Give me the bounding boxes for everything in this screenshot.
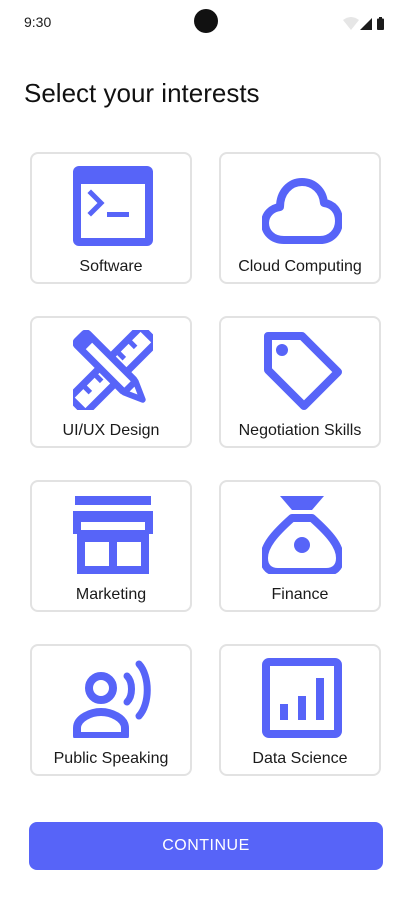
status-icons	[342, 15, 390, 33]
interest-card-marketing[interactable]: Marketing	[30, 480, 192, 612]
interest-card-cloud-computing[interactable]: Cloud Computing	[219, 152, 381, 284]
interest-card-software[interactable]: Software	[30, 152, 192, 284]
storefront-icon	[73, 494, 153, 574]
speaker-icon	[73, 658, 153, 738]
money-bag-icon	[262, 494, 342, 574]
tag-icon	[262, 330, 342, 410]
interest-label: Marketing	[75, 586, 147, 603]
page-title: Select your interests	[24, 78, 260, 108]
interest-card-ui-ux-design[interactable]: UI/UX Design	[30, 316, 192, 448]
design-tools-icon	[73, 330, 153, 410]
terminal-icon	[73, 166, 153, 246]
camera-cutout	[194, 9, 218, 33]
analytics-icon	[262, 658, 342, 738]
cloud-icon	[262, 166, 342, 246]
interest-card-finance[interactable]: Finance	[219, 480, 381, 612]
interest-label: Cloud Computing	[238, 258, 362, 275]
select-interests-screen: 9:30 Select your interests Software Clou…	[0, 0, 412, 917]
status-time: 9:30	[24, 14, 52, 30]
interest-label: Negotiation Skills	[238, 422, 362, 439]
interest-label: Public Speaking	[53, 750, 169, 767]
interest-label: UI/UX Design	[62, 422, 160, 439]
interest-label: Data Science	[252, 750, 348, 767]
interest-card-negotiation-skills[interactable]: Negotiation Skills	[219, 316, 381, 448]
wifi-icon	[343, 17, 359, 30]
interest-label: Finance	[271, 586, 329, 603]
interest-card-public-speaking[interactable]: Public Speaking	[30, 644, 192, 776]
interest-card-data-science[interactable]: Data Science	[219, 644, 381, 776]
interest-label: Software	[79, 258, 143, 275]
battery-icon	[377, 17, 384, 30]
status-bar: 9:30	[0, 0, 412, 44]
continue-button[interactable]: CONTINUE	[29, 822, 383, 870]
signal-icon	[360, 18, 372, 30]
